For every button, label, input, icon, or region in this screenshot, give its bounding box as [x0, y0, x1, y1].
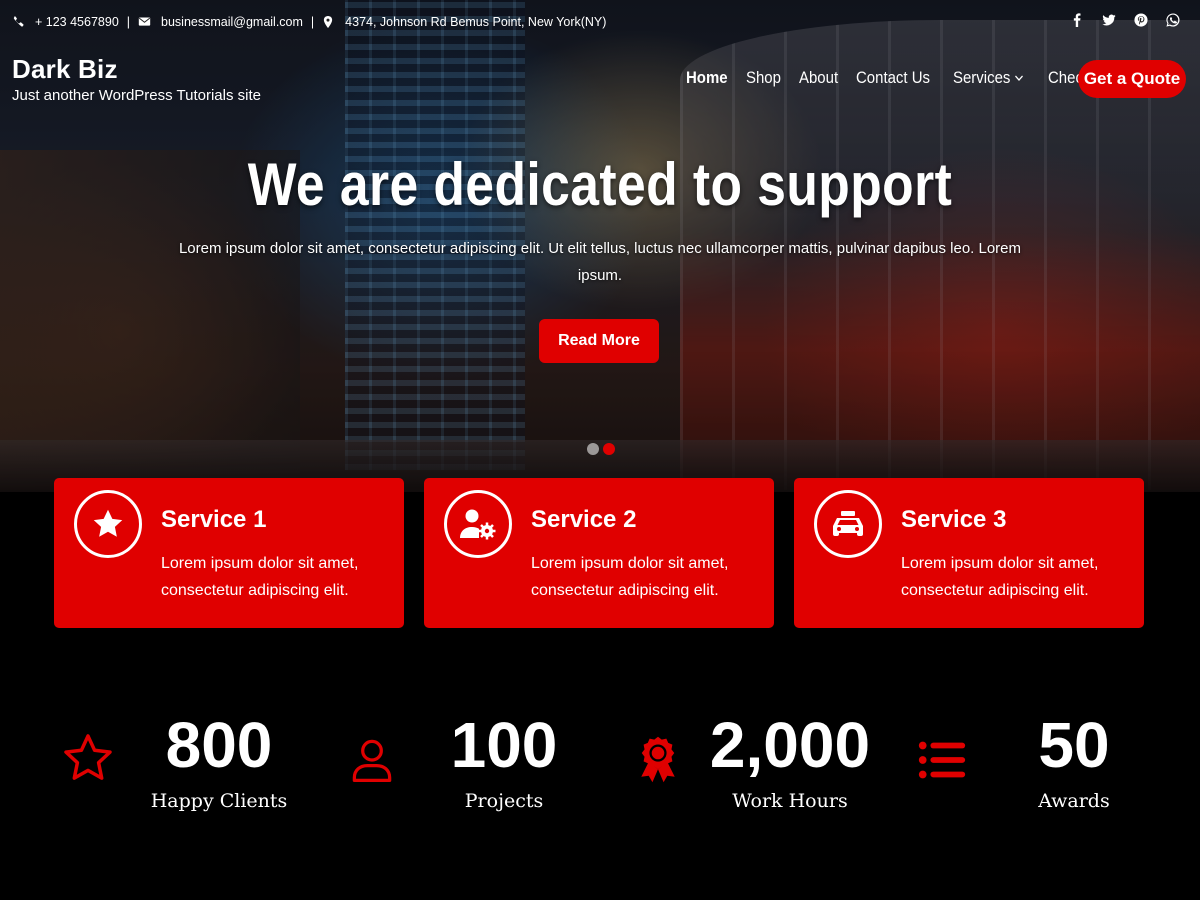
stat-awards: 50 Awards — [914, 700, 1174, 830]
chevron-down-icon — [1014, 72, 1025, 84]
stat-work-hours: 2,000 Work Hours — [630, 700, 910, 830]
whatsapp-icon[interactable] — [1166, 13, 1180, 27]
read-more-button[interactable]: Read More — [539, 319, 659, 363]
get-a-quote-button[interactable]: Get a Quote — [1078, 60, 1186, 98]
nav-item-services[interactable]: Services — [953, 68, 1024, 88]
star-outline-icon — [60, 732, 116, 788]
hero-title: We are dedicated to support — [247, 151, 953, 218]
nav-item-contact-us[interactable]: Contact Us — [856, 68, 930, 88]
envelope-icon — [138, 15, 152, 29]
topbar-separator: | — [310, 15, 315, 29]
service-description: Lorem ipsum dolor sit amet, consectetur … — [161, 555, 359, 599]
service-title: Service 2 — [531, 506, 637, 533]
hero-text: Lorem ipsum dolor sit amet, consectetur … — [178, 240, 1022, 284]
address: 4374, Johnson Rd Bemus Point, New York(N… — [345, 15, 607, 29]
service-description: Lorem ipsum dolor sit amet, consectetur … — [531, 555, 729, 599]
main-nav: Home Shop About Contact Us Services Chec… — [686, 68, 1132, 88]
phone-icon — [12, 15, 26, 29]
map-pin-icon — [322, 15, 336, 29]
nav-item-about[interactable]: About — [799, 68, 838, 88]
user-outline-icon — [344, 732, 400, 788]
email-address[interactable]: businessmail@gmail.com — [161, 15, 303, 29]
stat-label: Work Hours — [732, 790, 848, 812]
stat-number: 2,000 — [709, 709, 871, 781]
contact-topbar: + 123 4567890 | businessmail@gmail.com |… — [12, 13, 606, 31]
site-tagline: Just another WordPress Tutorials site — [12, 87, 261, 104]
slider-dot-1[interactable] — [587, 443, 599, 455]
social-links — [1070, 13, 1180, 27]
stat-label: Awards — [1038, 790, 1110, 812]
stat-number: 50 — [1038, 709, 1110, 781]
service-card-2[interactable]: Service 2 Lorem ipsum dolor sit amet, co… — [424, 478, 774, 628]
car-icon — [814, 490, 882, 558]
site-title[interactable]: Dark Biz — [12, 54, 118, 85]
award-icon — [630, 732, 686, 788]
twitter-icon[interactable] — [1102, 13, 1116, 27]
list-icon — [914, 732, 970, 788]
stat-projects: 100 Projects — [344, 700, 584, 830]
facebook-icon[interactable] — [1070, 13, 1084, 27]
service-title: Service 1 — [161, 506, 267, 533]
pinterest-icon[interactable] — [1134, 13, 1148, 27]
stat-label: Happy Clients — [150, 790, 288, 812]
slider-dot-2[interactable] — [603, 443, 615, 455]
topbar-separator: | — [126, 15, 131, 29]
nav-item-home[interactable]: Home — [686, 68, 728, 88]
nav-item-services-label: Services — [953, 68, 1011, 87]
nav-item-shop[interactable]: Shop — [746, 68, 781, 88]
user-gear-icon — [444, 490, 512, 558]
service-title: Service 3 — [901, 506, 1007, 533]
star-icon — [74, 490, 142, 558]
stat-number: 100 — [450, 709, 558, 781]
service-card-3[interactable]: Service 3 Lorem ipsum dolor sit amet, co… — [794, 478, 1144, 628]
service-description: Lorem ipsum dolor sit amet, consectetur … — [901, 555, 1099, 599]
phone-number[interactable]: + 123 4567890 — [35, 15, 119, 29]
service-card-1[interactable]: Service 1 Lorem ipsum dolor sit amet, co… — [54, 478, 404, 628]
slider-dots — [587, 443, 615, 455]
stat-label: Projects — [464, 790, 544, 812]
stat-number: 800 — [165, 709, 273, 781]
stat-happy-clients: 800 Happy Clients — [60, 700, 300, 830]
